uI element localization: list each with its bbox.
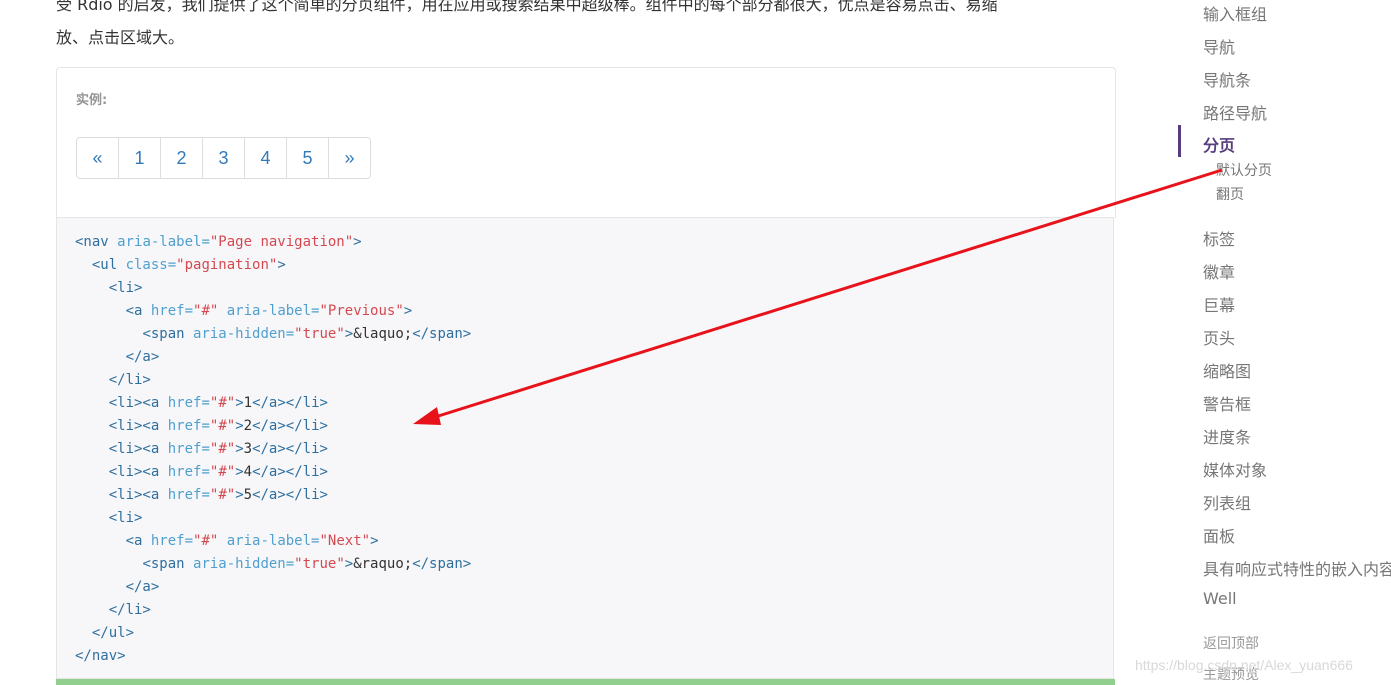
code-line: </ul> <box>91 625 135 641</box>
sidebar-item-wells[interactable]: Well <box>1203 589 1237 608</box>
pagination-next-button[interactable]: » <box>328 137 371 179</box>
sidebar-subitem-default-pagination[interactable]: 默认分页 <box>1216 160 1272 180</box>
sidebar-item-jumbotron[interactable]: 巨幕 <box>1203 292 1235 316</box>
pagination-prev-button[interactable]: « <box>76 137 119 179</box>
code-line: <span aria-hidden="true">&raquo;</span> <box>142 556 472 572</box>
code-line: <li><a href="#">4</a></li> <box>108 464 328 480</box>
code-line: <li> <box>108 280 143 296</box>
code-line: <ul class="pagination"> <box>91 257 286 273</box>
pagination-page-2[interactable]: 2 <box>160 137 203 179</box>
code-line: </li> <box>108 372 151 388</box>
sidebar-item-navbar[interactable]: 导航条 <box>1203 67 1251 91</box>
example-label: 实例: <box>76 93 108 108</box>
code-line: <a href="#" aria-label="Next"> <box>125 533 379 549</box>
code-line: <li><a href="#">1</a></li> <box>108 395 328 411</box>
code-line: </a> <box>125 579 160 595</box>
code-line: </a> <box>125 349 160 365</box>
sidebar-item-media-object[interactable]: 媒体对象 <box>1203 457 1267 481</box>
code-text: <nav aria-label="Page navigation"> <ul c… <box>57 218 1113 668</box>
sidebar-item-breadcrumb[interactable]: 路径导航 <box>1203 100 1267 124</box>
sidebar-item-thumbnails[interactable]: 缩略图 <box>1203 358 1251 382</box>
sidebar-item-list-group[interactable]: 列表组 <box>1203 490 1251 514</box>
watermark: https://blog.csdn.net/Alex_yuan666 <box>1135 657 1353 673</box>
example-box: 实例: « 1 2 3 4 5 » <box>56 67 1116 218</box>
sidebar-item-page-header[interactable]: 页头 <box>1203 325 1235 349</box>
code-line: <li><a href="#">3</a></li> <box>108 441 328 457</box>
back-to-top-link[interactable]: 返回顶部 <box>1203 633 1259 653</box>
sidebar-item-pagination[interactable]: 分页 <box>1203 132 1235 156</box>
sidebar-item-nav[interactable]: 导航 <box>1203 34 1235 58</box>
code-line: <nav aria-label="Page navigation"> <box>75 234 362 250</box>
pagination-page-3[interactable]: 3 <box>202 137 245 179</box>
sidebar-item-input-group[interactable]: 输入框组 <box>1203 1 1267 25</box>
intro-line-1: 受 Rdio 的启发，我们提供了这个简单的分页组件，用在应用或搜索结果中超级棒。… <box>56 0 998 14</box>
sidebar-item-progress[interactable]: 进度条 <box>1203 424 1251 448</box>
sidebar-item-badges[interactable]: 徽章 <box>1203 259 1235 283</box>
sidebar-item-panels[interactable]: 面板 <box>1203 523 1235 547</box>
code-line: <li><a href="#">5</a></li> <box>108 487 328 503</box>
success-bar <box>56 679 1115 685</box>
sidebar-item-responsive-embed[interactable]: 具有响应式特性的嵌入内容 <box>1203 556 1391 580</box>
pagination-page-1[interactable]: 1 <box>118 137 161 179</box>
code-line: </li> <box>108 602 151 618</box>
code-line: <li><a href="#">2</a></li> <box>108 418 328 434</box>
sidebar-subitem-pager[interactable]: 翻页 <box>1216 184 1244 204</box>
code-line: <span aria-hidden="true">&laquo;</span> <box>142 326 472 342</box>
pagination-page-5[interactable]: 5 <box>286 137 329 179</box>
code-block[interactable]: <nav aria-label="Page navigation"> <ul c… <box>56 217 1114 679</box>
code-line: <a href="#" aria-label="Previous"> <box>125 303 413 319</box>
sidebar: 输入框组 导航 导航条 路径导航 分页 默认分页 翻页 标签 徽章 巨幕 页头 … <box>1203 0 1391 685</box>
intro-paragraph: 受 Rdio 的启发，我们提供了这个简单的分页组件，用在应用或搜索结果中超级棒。… <box>56 0 1116 54</box>
pagination-page-4[interactable]: 4 <box>244 137 287 179</box>
sidebar-item-labels[interactable]: 标签 <box>1203 226 1235 250</box>
sidebar-active-indicator <box>1178 125 1181 157</box>
intro-line-2: 放、点击区域大。 <box>56 28 185 47</box>
code-line: </nav> <box>75 648 126 664</box>
pagination: « 1 2 3 4 5 » <box>76 137 371 179</box>
code-line: <li> <box>108 510 143 526</box>
sidebar-item-alerts[interactable]: 警告框 <box>1203 391 1251 415</box>
